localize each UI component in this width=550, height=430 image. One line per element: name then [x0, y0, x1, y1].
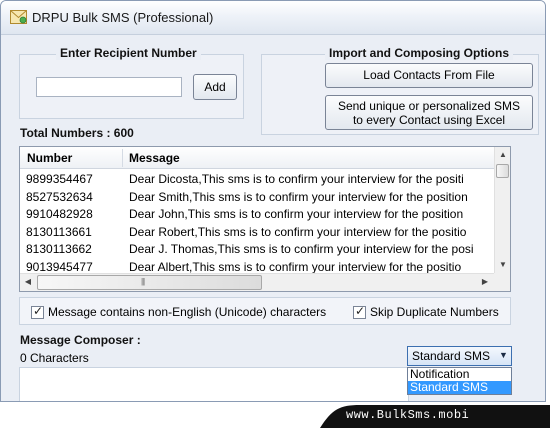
- envelope-app-icon: [10, 10, 27, 24]
- vertical-scroll-thumb[interactable]: [496, 164, 509, 178]
- window-title: DRPU Bulk SMS (Professional): [32, 10, 214, 25]
- unicode-checkbox[interactable]: ✓: [31, 304, 44, 319]
- vertical-scrollbar[interactable]: ▲ ▼: [494, 147, 510, 273]
- column-header-message[interactable]: Message: [129, 151, 180, 165]
- cell-number: 9910482928: [26, 207, 93, 221]
- sms-type-options: Notification Standard SMS: [407, 367, 512, 395]
- table-row[interactable]: 8130113661 Dear Robert,This sms is to co…: [20, 223, 494, 241]
- grid-header: Number Message: [20, 147, 494, 169]
- message-composer-heading: Message Composer :: [20, 333, 141, 347]
- app-window: DRPU Bulk SMS (Professional) Enter Recip…: [0, 0, 546, 402]
- horizontal-scrollbar[interactable]: ◀ ||| ▶: [20, 273, 494, 291]
- send-button-line-1: Send unique or personalized SMS: [337, 99, 521, 113]
- scroll-corner: [494, 273, 510, 291]
- title-bar[interactable]: DRPU Bulk SMS (Professional): [1, 1, 545, 35]
- cell-message: Dear Dicosta,This sms is to confirm your…: [129, 172, 464, 186]
- load-contacts-button[interactable]: Load Contacts From File: [325, 63, 533, 88]
- cell-number: 8130113661: [26, 224, 92, 239]
- message-textarea[interactable]: [19, 367, 409, 401]
- cell-message: Dear J. Thomas,This sms is to confirm yo…: [129, 242, 474, 256]
- contacts-grid[interactable]: Number Message 9899354467 Dear Dicosta,T…: [19, 146, 511, 292]
- table-row[interactable]: 8130113662 Dear J. Thomas,This sms is to…: [20, 240, 494, 258]
- option-standard-sms[interactable]: Standard SMS: [408, 381, 511, 394]
- character-count: 0 Characters: [20, 351, 89, 365]
- recipient-heading: Enter Recipient Number: [60, 46, 197, 60]
- column-header-number[interactable]: Number: [27, 151, 72, 165]
- cell-message: Dear John,This sms is to confirm your in…: [129, 207, 464, 221]
- cell-number: 8527532634: [26, 189, 93, 204]
- scroll-right-arrow-icon[interactable]: ▶: [477, 274, 493, 290]
- add-button[interactable]: Add: [193, 74, 237, 100]
- cell-number: 8130113662: [26, 242, 92, 256]
- checkmark-icon: ✓: [33, 304, 44, 318]
- website-url: www.BulkSms.mobi: [346, 408, 470, 422]
- cell-number: 9013945477: [26, 259, 93, 274]
- send-personalized-sms-button[interactable]: Send unique or personalized SMS to every…: [325, 95, 533, 130]
- checkmark-icon: ✓: [355, 304, 366, 318]
- grip-icon: |||: [141, 277, 145, 286]
- chevron-down-icon: ▼: [499, 350, 508, 360]
- skip-duplicates-checkbox[interactable]: ✓: [353, 304, 366, 319]
- cell-number: 9899354467: [26, 172, 93, 186]
- import-heading: Import and Composing Options: [329, 46, 509, 60]
- unicode-checkbox-label[interactable]: Message contains non-English (Unicode) c…: [48, 305, 326, 319]
- table-row[interactable]: 9910482928 Dear John,This sms is to conf…: [20, 205, 494, 223]
- recipient-heading-box: Enter Recipient Number: [56, 46, 201, 60]
- send-button-line-2: to every Contact using Excel: [352, 113, 506, 127]
- recipient-number-input[interactable]: [36, 77, 182, 97]
- sms-type-selected: Standard SMS: [412, 349, 491, 363]
- scroll-up-arrow-icon[interactable]: ▲: [495, 147, 510, 163]
- cell-message: Dear Smith,This sms is to confirm your i…: [129, 189, 468, 204]
- cell-message: Dear Robert,This sms is to confirm your …: [129, 224, 467, 239]
- sms-type-dropdown[interactable]: Standard SMS ▼: [407, 346, 512, 366]
- import-heading-box: Import and Composing Options: [325, 46, 513, 60]
- cell-message: Dear Albert,This sms is to confirm your …: [129, 259, 462, 274]
- table-row[interactable]: 8527532634 Dear Smith,This sms is to con…: [20, 188, 494, 206]
- total-numbers-label: Total Numbers : 600: [20, 126, 134, 140]
- skip-duplicates-label[interactable]: Skip Duplicate Numbers: [370, 305, 499, 319]
- horizontal-scroll-thumb[interactable]: |||: [37, 275, 262, 290]
- scroll-left-arrow-icon[interactable]: ◀: [20, 274, 36, 290]
- table-row[interactable]: 9899354467 Dear Dicosta,This sms is to c…: [20, 170, 494, 188]
- scroll-down-arrow-icon[interactable]: ▼: [495, 257, 510, 273]
- column-divider[interactable]: [122, 149, 123, 167]
